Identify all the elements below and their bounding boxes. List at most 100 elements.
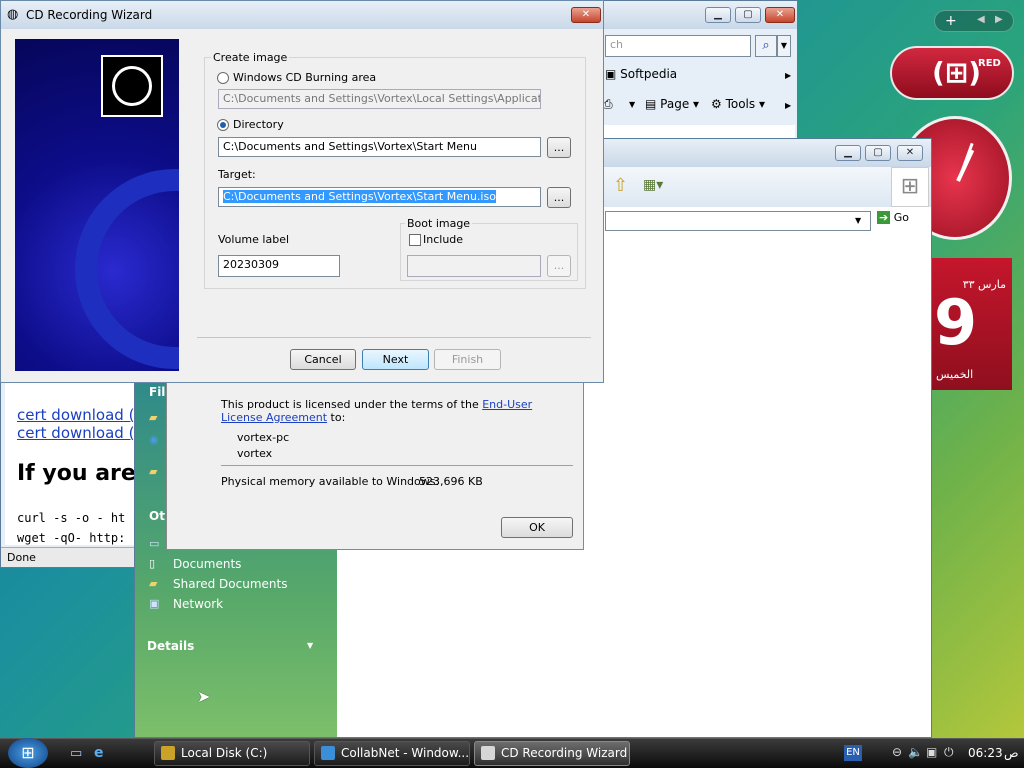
directory-label[interactable]: Directory	[233, 118, 284, 131]
views-icon[interactable]: ▦▾	[643, 177, 663, 193]
wizard-close-button[interactable]: ✕	[571, 7, 601, 23]
directory-path-input[interactable]: C:\Documents and Settings\Vortex\Start M…	[218, 137, 541, 157]
cd-disc-shape	[112, 66, 152, 106]
start-button[interactable]: ⊞	[8, 738, 48, 768]
power-tray-icon[interactable]: ⏻	[944, 745, 954, 760]
memory-label: Physical memory available to Windows:	[221, 475, 440, 488]
clock-ampm: ص	[1004, 746, 1019, 760]
target-browse-button[interactable]: ...	[547, 187, 571, 208]
volume-icon[interactable]: 🔈	[908, 745, 923, 759]
search-icon[interactable]: ⌕	[755, 35, 777, 57]
cd-burning-radio[interactable]	[217, 72, 229, 84]
target-path-input[interactable]: C:\Documents and Settings\Vortex\Start M…	[218, 187, 541, 207]
taskbar-item-collabnet[interactable]: CollabNet - Window...	[314, 741, 470, 766]
cert-download-link-1[interactable]: cert download (D	[17, 406, 146, 424]
ok-button[interactable]: OK	[501, 517, 573, 538]
wizard-app-icon: ◍	[7, 7, 19, 22]
page-menu[interactable]: ▤ Page ▾	[645, 97, 699, 111]
red-gadget[interactable]: (⊞) RED	[890, 46, 1014, 100]
about-divider	[221, 465, 573, 466]
search-dropdown-icon[interactable]: ▼	[777, 35, 791, 57]
windows-logo-icon: (⊞)	[932, 56, 982, 89]
details-expand-icon[interactable]: ▼	[307, 641, 313, 650]
go-button[interactable]: ➔ Go	[877, 211, 909, 224]
explorer-minimize-button[interactable]: ▁	[835, 145, 861, 161]
folder-icon: ▰	[149, 411, 158, 424]
red-text: RED	[978, 58, 1001, 69]
taskbar-item-local-disk[interactable]: Local Disk (C:)	[154, 741, 310, 766]
network-tray-icon[interactable]: ▣	[926, 745, 937, 759]
calendar-weekday: الخميس	[936, 368, 974, 381]
browser-minimize-button[interactable]: ▁	[705, 7, 731, 23]
expand-favorites-icon[interactable]: ▶	[785, 71, 791, 80]
next-icon[interactable]: ▶	[995, 14, 1003, 25]
next-button[interactable]: Next	[362, 349, 429, 370]
volume-label-input[interactable]: 20230309	[218, 255, 340, 277]
memory-value: 523,696 KB	[419, 475, 483, 488]
search-input[interactable]: ch	[605, 35, 751, 57]
place-documents[interactable]: Documents	[173, 557, 241, 571]
place-shared-documents[interactable]: Shared Documents	[173, 577, 287, 591]
calendar-day: 9	[934, 286, 978, 359]
boot-image-label: Boot image	[405, 217, 473, 230]
go-arrow-icon: ➔	[877, 211, 891, 224]
ie-quicklaunch-icon[interactable]: e	[94, 745, 104, 761]
directory-radio[interactable]	[217, 119, 229, 131]
code-line-1: curl -s -o - ht	[17, 511, 126, 525]
favorite-softpedia[interactable]: ▣ Softpedia	[605, 67, 677, 81]
boot-image-path	[407, 255, 541, 277]
browser-maximize-button[interactable]: ▢	[735, 7, 761, 23]
ie-task-icon	[321, 746, 335, 760]
cert-download-link-2[interactable]: cert download (P	[17, 424, 144, 442]
cd-burning-path: C:\Documents and Settings\Vortex\Local S…	[218, 89, 541, 109]
banner-swirl	[75, 169, 179, 369]
status-bar: Done	[1, 547, 141, 567]
include-checkbox[interactable]	[409, 234, 421, 246]
wizard-title: CD Recording Wizard	[26, 8, 153, 22]
about-dialog: This product is licensed under the terms…	[166, 366, 584, 550]
cd-wizard-task-icon	[481, 746, 495, 760]
language-indicator[interactable]: EN	[844, 745, 862, 761]
drive-icon	[161, 746, 175, 760]
tray-icon[interactable]: ⊖	[892, 745, 902, 759]
target-label: Target:	[218, 168, 256, 181]
license-text: This product is licensed under the terms…	[221, 398, 533, 424]
expand-toolbar-icon[interactable]: ▶	[785, 101, 791, 110]
show-desktop-icon[interactable]: ▭	[70, 746, 82, 761]
tools-menu[interactable]: ⚙ Tools ▾	[711, 97, 765, 111]
address-bar[interactable]	[605, 211, 871, 231]
cancel-button[interactable]: Cancel	[290, 349, 356, 370]
print-icon[interactable]: ⎙	[603, 97, 613, 112]
cd-logo-icon	[101, 55, 163, 117]
create-image-label: Create image	[211, 51, 290, 64]
browser-close-button[interactable]: ✕	[765, 7, 795, 23]
network-icon: ▣	[149, 597, 160, 610]
taskbar-item-cd-wizard[interactable]: CD Recording Wizard	[474, 741, 630, 766]
add-gadget-icon[interactable]: +	[945, 13, 957, 29]
mouse-cursor-icon: ➤	[197, 687, 211, 706]
boot-browse-button: ...	[547, 255, 571, 277]
clock-time[interactable]: 06:23	[968, 746, 1003, 760]
include-label[interactable]: Include	[423, 233, 463, 246]
ie-icon: ◉	[149, 433, 159, 446]
prev-icon[interactable]: ◀	[977, 14, 985, 25]
cd-wizard-window: ◍ CD Recording Wizard ✕ Create image Win…	[0, 0, 604, 383]
eula-link-1[interactable]: End-User	[482, 398, 532, 411]
wizard-divider	[197, 337, 591, 338]
directory-browse-button[interactable]: ...	[547, 137, 571, 158]
place-network[interactable]: Network	[173, 597, 223, 611]
explorer-close-button[interactable]: ✕	[897, 145, 923, 161]
folder-up-icon[interactable]: ⇧	[613, 175, 628, 196]
status-text: Done	[7, 551, 36, 564]
print-dropdown-icon[interactable]: ▼	[629, 100, 635, 109]
finish-button: Finish	[434, 349, 501, 370]
page-heading: If you are	[17, 461, 136, 486]
wizard-banner	[15, 39, 179, 371]
explorer-maximize-button[interactable]: ▢	[865, 145, 891, 161]
details-label[interactable]: Details	[147, 639, 194, 653]
licensed-user-1: vortex-pc	[237, 431, 290, 444]
eula-link-2[interactable]: License Agreement	[221, 411, 327, 424]
cd-burning-label[interactable]: Windows CD Burning area	[233, 71, 376, 84]
address-dropdown-icon[interactable]: ▼	[855, 216, 861, 225]
computer-icon: ▭	[149, 537, 160, 550]
